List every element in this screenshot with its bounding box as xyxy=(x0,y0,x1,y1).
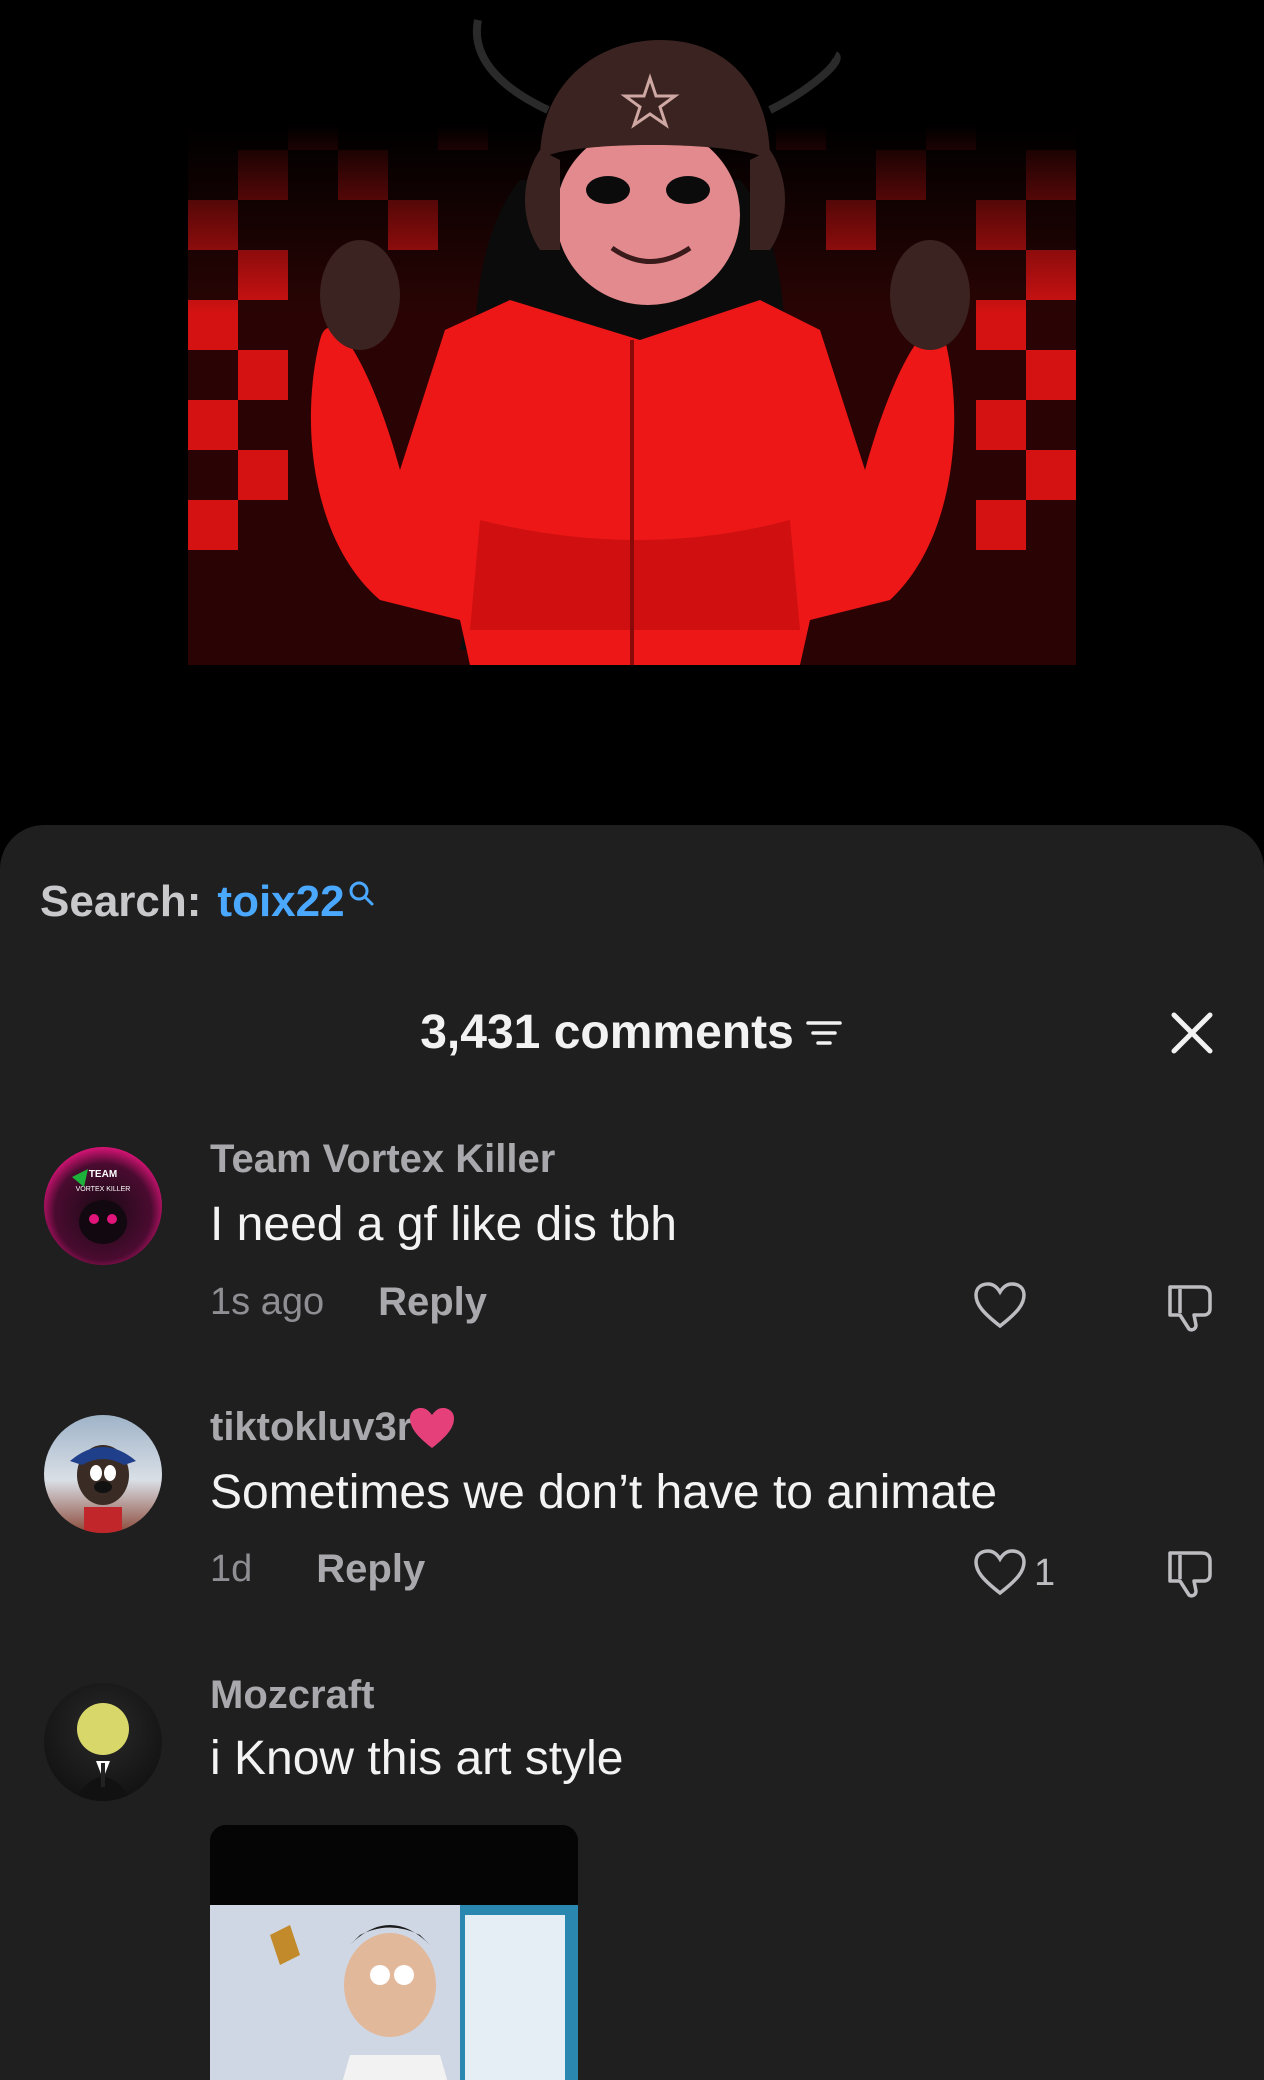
username-text: Mozcraft xyxy=(210,1673,375,1717)
avatar-logo: TEAM VORTEX KILLER xyxy=(72,1169,131,1244)
comment-meta: 1d Reply xyxy=(210,1547,425,1592)
avatar-logo-text: TEAM xyxy=(89,1169,117,1180)
close-icon xyxy=(1171,1012,1213,1054)
username-text: tiktokluv3r xyxy=(210,1405,413,1449)
dislike-button[interactable] xyxy=(1162,1279,1218,1340)
reply-button[interactable]: Reply xyxy=(316,1547,425,1592)
comment-text: i Know this art style xyxy=(210,1732,624,1785)
dislike-icon xyxy=(1168,1285,1212,1332)
like-button[interactable] xyxy=(972,1280,1034,1332)
reply-button[interactable]: Reply xyxy=(378,1280,487,1325)
dislike-icon xyxy=(1168,1551,1212,1598)
comment-time: 1s ago xyxy=(210,1281,325,1323)
video-frame-artwork xyxy=(188,19,1076,665)
comment-meta: 1s ago Reply xyxy=(210,1280,487,1325)
comment-time: 1d xyxy=(210,1548,253,1590)
dislike-button[interactable] xyxy=(1162,1545,1218,1606)
username-text: Team Vortex Killer xyxy=(210,1137,556,1181)
search-icon xyxy=(349,881,374,906)
avatar-cartoon xyxy=(70,1445,136,1533)
avatar[interactable]: TEAM VORTEX KILLER xyxy=(44,1147,162,1265)
comment-username[interactable]: Mozcraft xyxy=(210,1673,374,1718)
character-face xyxy=(556,125,740,305)
close-button[interactable] xyxy=(1168,1009,1216,1057)
heart-icon xyxy=(974,1549,1026,1596)
comment-username[interactable]: tiktokluv3r xyxy=(210,1405,456,1450)
comment-text: Sometimes we don’t have to animate xyxy=(210,1466,998,1519)
comments-sheet: Search: toix22 3,431 comments TEAM VORTE… xyxy=(0,825,1264,2080)
comment-text: I need a gf like dis tbh xyxy=(210,1198,677,1251)
character-left-glove xyxy=(320,240,400,350)
comment-count-text: 3,431 comments xyxy=(420,1006,794,1059)
comments-header: 3,431 comments xyxy=(0,1005,1264,1060)
like-count: 1 xyxy=(1034,1551,1056,1594)
heart-icon xyxy=(974,1282,1026,1329)
filter-icon[interactable] xyxy=(804,1017,844,1049)
character-hat xyxy=(540,40,770,160)
avatar-character xyxy=(74,1703,132,1801)
search-label: Search: xyxy=(40,877,202,926)
avatar[interactable] xyxy=(44,1415,162,1533)
comment-count[interactable]: 3,431 comments xyxy=(420,1005,844,1060)
heart-emoji-icon xyxy=(410,1407,455,1448)
search-suggestion[interactable]: Search: toix22 xyxy=(40,877,375,927)
comment-username[interactable]: Team Vortex Killer xyxy=(210,1137,555,1182)
comment-attachment-image[interactable] xyxy=(210,1825,578,2080)
search-term-link[interactable]: toix22 xyxy=(217,877,344,927)
like-button[interactable]: 1 xyxy=(972,1547,1055,1599)
video-player[interactable] xyxy=(0,0,1264,830)
character-right-glove xyxy=(890,240,970,350)
svg-text:VORTEX KILLER: VORTEX KILLER xyxy=(76,1186,131,1193)
attachment-picture xyxy=(210,1825,578,2080)
avatar[interactable] xyxy=(44,1683,162,1801)
